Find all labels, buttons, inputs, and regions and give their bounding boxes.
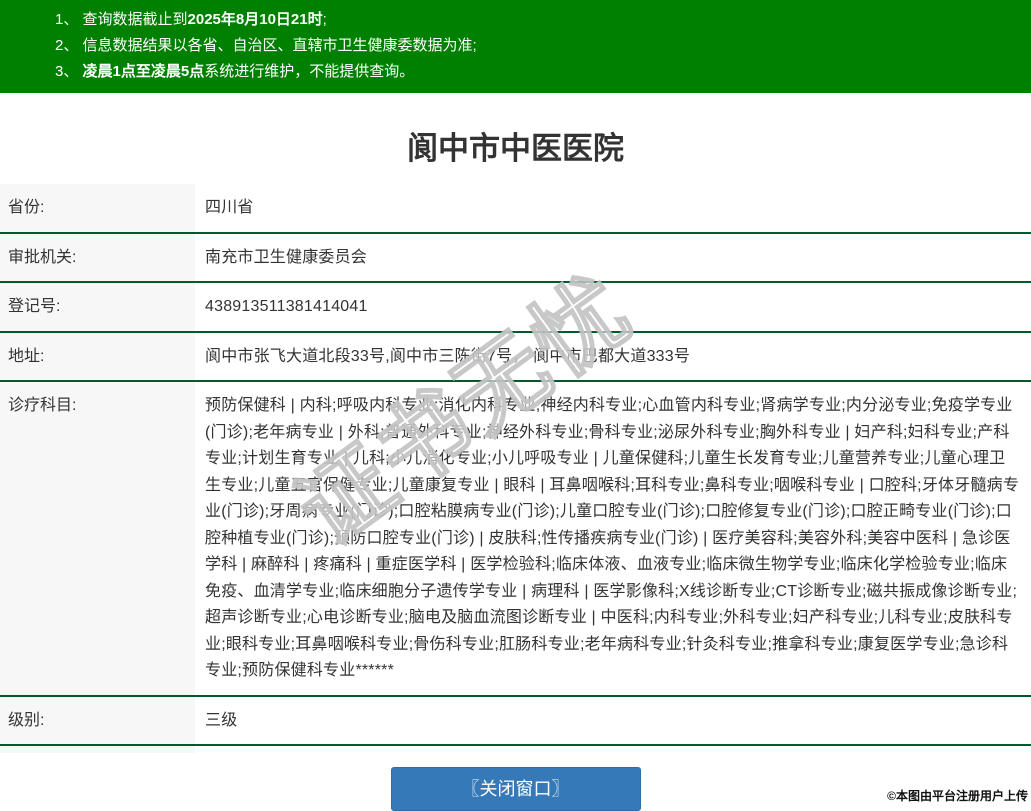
- table-row: 审批机关: 南充市卫生健康委员会: [0, 233, 1031, 283]
- notice-banner: 1、 查询数据截止到2025年8月10日21时; 2、 信息数据结果以各省、自治区…: [0, 0, 1031, 93]
- notice-text-segment: 3、: [55, 63, 83, 80]
- notice-line-3: 3、 凌晨1点至凌晨5点系统进行维护，不能提供查询。: [55, 59, 1021, 85]
- notice-bold-segment: 2025年8月10日21时: [187, 11, 323, 28]
- close-window-button[interactable]: 〖关闭窗口〗: [390, 767, 641, 811]
- table-row: 诊疗科目: 预防保健科 | 内科;呼吸内科专业;消化内科专业;神经内科专业;心血管…: [0, 382, 1031, 697]
- hospital-info-table: 省份: 四川省 审批机关: 南充市卫生健康委员会 登记号: 438913511381414…: [0, 184, 1031, 746]
- close-button-area: 〖关闭窗口〗: [0, 767, 1031, 811]
- page-title: 阆中市中医医院: [407, 131, 624, 166]
- notice-text-segment: 系统进行维护，不能提供查询。: [204, 63, 415, 80]
- row-value: 阆中市张飞大道北段33号,阆中市三陈街7号， 阆中市巴都大道333号: [205, 347, 691, 365]
- row-value: 预防保健科 | 内科;呼吸内科专业;消化内科专业;神经内科专业;心血管内科专业;…: [205, 397, 1020, 679]
- table-row: 级别: 三级: [0, 696, 1031, 746]
- row-label: 登记号:: [0, 283, 195, 331]
- row-value: 438913511381414041: [205, 298, 368, 315]
- upload-credit-watermark: ©本图由平台注册用户上传: [887, 789, 1028, 803]
- table-row: 省份: 四川省: [0, 184, 1031, 234]
- table-row: 登记号: 438913511381414041: [0, 283, 1031, 333]
- notice-lines: 1、 查询数据截止到2025年8月10日21时; 2、 信息数据结果以各省、自治区…: [55, 7, 1021, 85]
- row-label: 审批机关:: [0, 233, 195, 281]
- row-label: 级别:: [0, 696, 195, 744]
- row-label: 诊疗科目:: [0, 382, 195, 695]
- row-value: 南充市卫生健康委员会: [205, 248, 368, 266]
- row-label: 省份:: [0, 184, 195, 232]
- notice-line-2: 2、 信息数据结果以各省、自治区、直辖市卫生健康委数据为准;: [55, 33, 1021, 59]
- row-label: 地址:: [0, 332, 195, 380]
- row-value: 三级: [205, 711, 238, 729]
- notice-text-segment: 1、 查询数据截止到: [55, 11, 188, 28]
- table-row: 地址: 阆中市张飞大道北段33号,阆中市三陈街7号， 阆中市巴都大道333号: [0, 332, 1031, 382]
- row-value: 四川省: [205, 199, 254, 216]
- notice-line-1: 1、 查询数据截止到2025年8月10日21时;: [55, 7, 1021, 33]
- notice-text-segment: ;: [322, 11, 327, 28]
- table-after-stub: [0, 746, 195, 753]
- notice-text-segment: 2、 信息数据结果以各省、自治区、直辖市卫生健康委数据为准;: [55, 37, 477, 54]
- notice-bold-segment: 凌晨1点至凌晨5点: [82, 63, 205, 80]
